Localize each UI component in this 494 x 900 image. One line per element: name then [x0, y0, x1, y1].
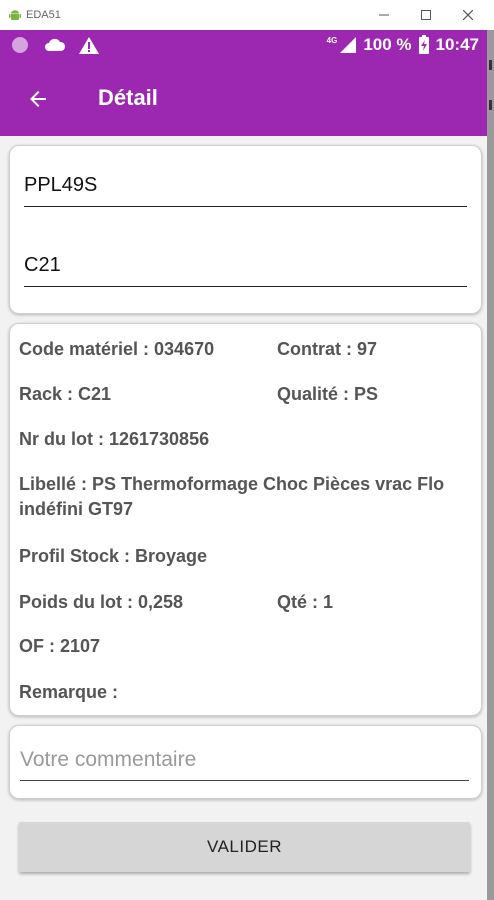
nr-lot-text: Nr du lot : 1261730856 — [19, 429, 210, 449]
scan-inputs-card: PPL49S C21 — [9, 145, 482, 314]
window-titlebar: EDA51 — [0, 0, 494, 31]
arrow-back-icon — [30, 91, 46, 107]
notification-circle-icon — [12, 37, 28, 53]
page-title: Détail — [98, 85, 158, 110]
validate-button[interactable]: VALIDER — [19, 822, 470, 872]
code-materiel-text: Code matériel : 034670 — [19, 339, 215, 359]
rack-code-input[interactable]: C21 — [24, 254, 467, 287]
maximize-icon — [421, 10, 431, 20]
android-icon — [9, 10, 21, 20]
status-right-group: 4G 100 % 10:47 — [327, 35, 479, 55]
battery-percent: 100 % — [363, 35, 412, 54]
signal-icon — [340, 37, 357, 53]
window-title: EDA51 — [26, 9, 61, 21]
qte-text: Qté : 1 — [277, 592, 334, 612]
detail-info-card: Code matériel : 034670 Contrat : 97 Rack… — [9, 323, 482, 716]
status-bar: 4G 100 % 10:47 — [0, 30, 487, 62]
minimize-button[interactable] — [364, 0, 404, 30]
close-icon — [463, 10, 473, 20]
clock: 10:47 — [435, 35, 479, 54]
emulator-window: EDA51 4G 100 % 10:47 Détail PPL49S C21 C… — [0, 0, 494, 900]
side-tick — [489, 100, 492, 110]
poids-lot-text: Poids du lot : 0,258 — [19, 592, 184, 612]
device-screen: 4G 100 % 10:47 Détail PPL49S C21 Code ma… — [0, 30, 487, 900]
libelle-text: Libellé : PS Thermoformage Choc Pièces v… — [19, 474, 445, 519]
side-tick — [489, 60, 492, 70]
maximize-button[interactable] — [406, 0, 446, 30]
battery-charging-icon — [418, 35, 429, 54]
comment-input[interactable]: Votre commentaire — [20, 748, 469, 781]
network-type: 4G — [326, 35, 338, 45]
profil-stock-text: Profil Stock : Broyage — [19, 546, 208, 566]
app-bar: Détail — [0, 62, 487, 136]
minimize-icon — [379, 14, 389, 16]
back-button[interactable] — [18, 80, 58, 118]
cloud-icon — [45, 38, 66, 51]
rack-text: Rack : C21 — [19, 384, 112, 404]
warning-icon — [79, 37, 99, 54]
comment-card: Votre commentaire — [9, 725, 482, 799]
lot-code-input[interactable]: PPL49S — [24, 174, 467, 207]
qualite-text: Qualité : PS — [277, 384, 379, 404]
of-text: OF : 2107 — [19, 636, 101, 656]
close-button[interactable] — [448, 0, 488, 30]
contrat-text: Contrat : 97 — [277, 339, 378, 359]
remarque-label: Remarque : — [19, 682, 119, 702]
emulator-side-strip — [487, 30, 494, 900]
